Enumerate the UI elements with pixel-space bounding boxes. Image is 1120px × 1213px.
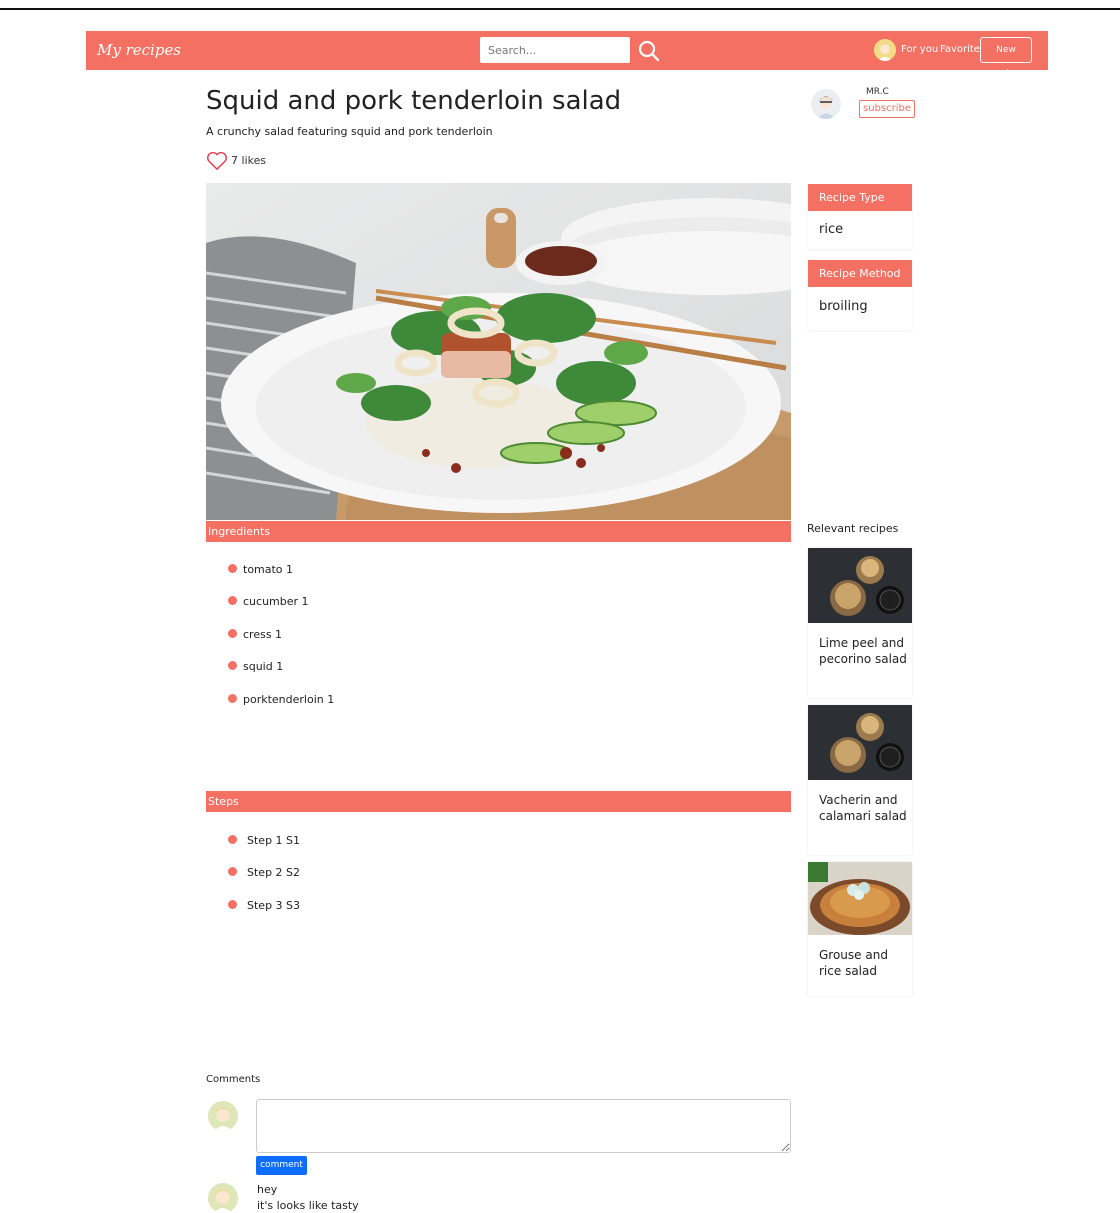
comment-author-avatar-icon bbox=[208, 1183, 238, 1213]
subscribe-button[interactable]: subscribe bbox=[859, 100, 915, 118]
relevant-recipe-card[interactable]: Vacherin and calamari salad bbox=[808, 705, 912, 855]
ingredient-item: cucumber 1 bbox=[228, 595, 309, 608]
author-avatar-icon[interactable] bbox=[811, 89, 841, 119]
commenter-avatar-icon bbox=[208, 1101, 238, 1131]
ingredient-item: squid 1 bbox=[228, 660, 283, 673]
relevant-recipe-label[interactable]: Vacherin and calamari salad bbox=[819, 792, 909, 824]
recipe-title: Squid and pork tenderloin salad bbox=[206, 86, 622, 116]
search-input[interactable] bbox=[480, 37, 630, 63]
relevant-recipe-card[interactable]: Grouse and rice salad bbox=[808, 862, 912, 996]
ingredient-label: cucumber 1 bbox=[243, 595, 309, 608]
bullet-icon bbox=[228, 629, 237, 638]
steps-header: Steps bbox=[206, 791, 791, 812]
recipe-hero-image bbox=[206, 183, 791, 520]
ingredient-label: squid 1 bbox=[243, 660, 284, 673]
bullet-icon bbox=[228, 835, 237, 844]
navbar: My recipes For you Favorite New recipe bbox=[86, 31, 1048, 79]
ingredient-label: cress 1 bbox=[243, 628, 283, 641]
relevant-recipe-label[interactable]: Lime peel and pecorino salad bbox=[819, 635, 909, 667]
recipe-type-header: Recipe Type bbox=[808, 184, 912, 211]
top-border-line bbox=[0, 8, 1120, 10]
recipe-type-value: rice bbox=[819, 222, 844, 237]
step-item: Step 1 S1 bbox=[228, 834, 300, 847]
recipe-method-header: Recipe Method bbox=[808, 260, 912, 287]
step-item: Step 2 S2 bbox=[228, 866, 300, 879]
bullet-icon bbox=[228, 900, 237, 909]
comments-title: Comments bbox=[206, 1074, 261, 1085]
bullet-icon bbox=[228, 661, 237, 670]
recipe-method-value: broiling bbox=[819, 299, 868, 314]
ingredient-item: cress 1 bbox=[228, 628, 282, 641]
relevant-recipe-image bbox=[808, 705, 912, 780]
comment-text: it's looks like tasty bbox=[257, 1199, 359, 1212]
bullet-icon bbox=[228, 564, 237, 573]
heart-icon[interactable] bbox=[206, 151, 228, 171]
user-avatar-icon[interactable] bbox=[874, 39, 896, 61]
comment-button[interactable]: comment bbox=[256, 1156, 307, 1175]
relevant-recipes-title: Relevant recipes bbox=[807, 522, 899, 535]
bullet-icon bbox=[228, 694, 237, 703]
bullet-icon bbox=[228, 596, 237, 605]
step-item: Step 3 S3 bbox=[228, 899, 300, 912]
relevant-recipe-image bbox=[808, 862, 912, 935]
step-label: Step 2 S2 bbox=[247, 866, 301, 879]
step-label: Step 3 S3 bbox=[247, 899, 301, 912]
comment-textarea[interactable] bbox=[256, 1099, 791, 1153]
ingredient-item: porktenderloin 1 bbox=[228, 693, 334, 706]
comment-username: hey bbox=[257, 1183, 278, 1196]
nav-favorite-link[interactable]: Favorite bbox=[940, 44, 980, 55]
likes-count: 7 likes bbox=[231, 154, 267, 167]
step-label: Step 1 S1 bbox=[247, 834, 301, 847]
bullet-icon bbox=[228, 867, 237, 876]
author-name[interactable]: MR.C bbox=[866, 87, 889, 97]
ingredient-item: tomato 1 bbox=[228, 563, 293, 576]
recipe-subtitle: A crunchy salad featuring squid and pork… bbox=[206, 125, 493, 138]
relevant-recipe-label[interactable]: Grouse and rice salad bbox=[819, 947, 909, 979]
new-recipe-button[interactable]: New recipe bbox=[980, 37, 1032, 79]
nav-for-you-link[interactable]: For you bbox=[901, 44, 938, 55]
ingredient-label: porktenderloin 1 bbox=[243, 693, 335, 706]
relevant-recipe-card[interactable]: Lime peel and pecorino salad bbox=[808, 548, 912, 698]
brand-logo[interactable]: My recipes bbox=[97, 41, 181, 59]
relevant-recipe-image bbox=[808, 548, 912, 623]
search-icon[interactable] bbox=[638, 40, 660, 62]
ingredients-header: Ingredients bbox=[206, 521, 791, 542]
ingredient-label: tomato 1 bbox=[243, 563, 294, 576]
